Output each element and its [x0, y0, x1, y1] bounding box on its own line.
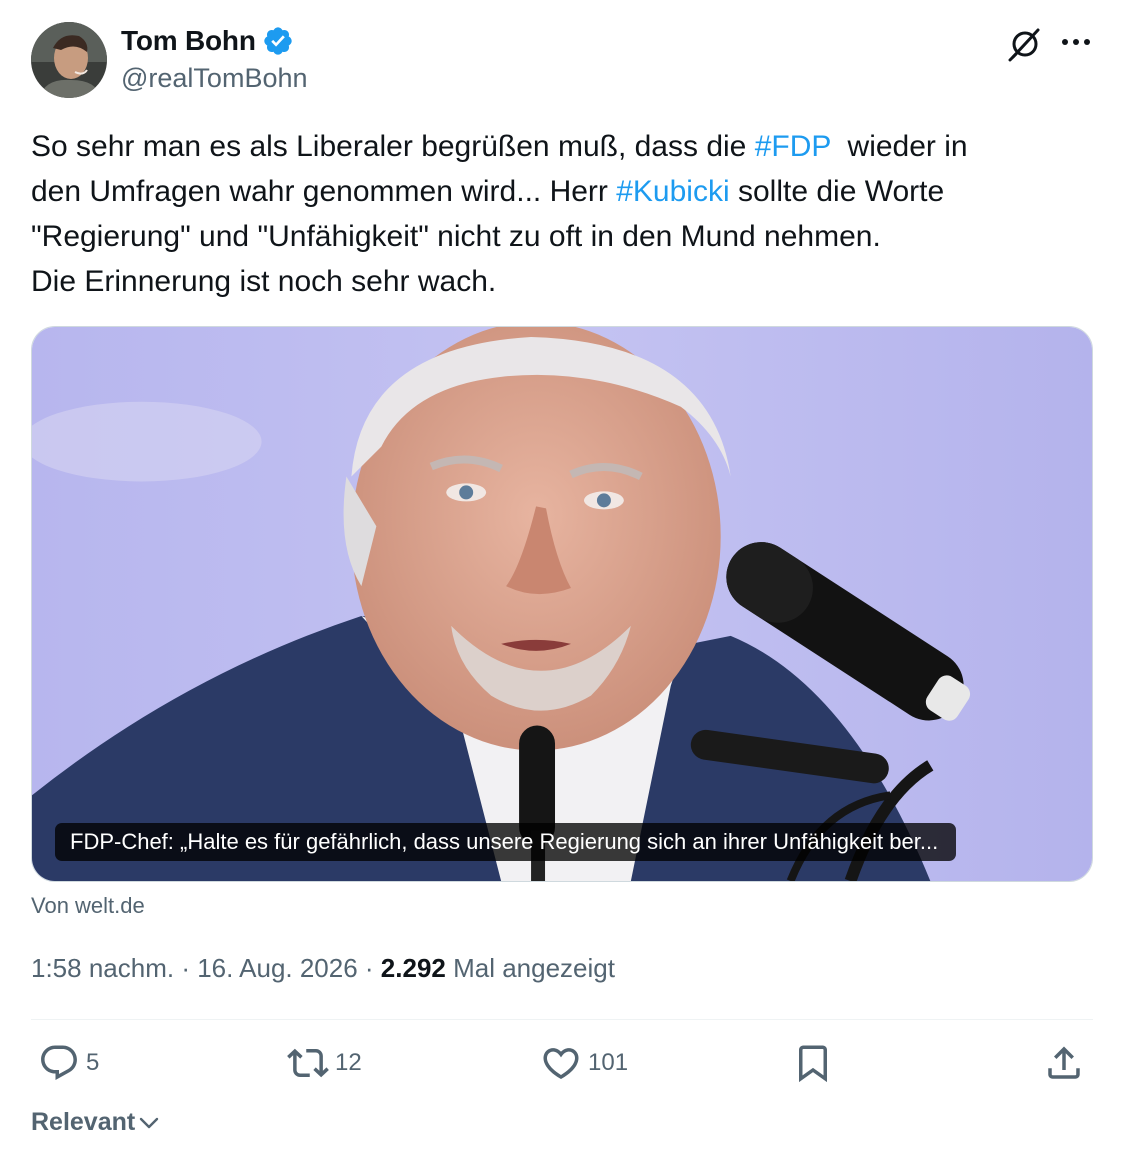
repost-button[interactable]: 12 [287, 1042, 362, 1084]
tweet-text-segment: den Umfragen wahr genommen wird... Herr [31, 175, 617, 208]
heart-icon [543, 1048, 579, 1080]
tweet-text-line-4: Die Erinnerung ist noch sehr wach. [31, 265, 497, 298]
tweet-container: Tom Bohn @realTomBohn So sehr man es als… [0, 0, 1123, 1162]
hashtag-kubicki-link[interactable]: #Kubicki [616, 175, 729, 208]
share-button[interactable] [1043, 1042, 1085, 1084]
repost-icon [287, 1048, 329, 1078]
sort-label: Relevant [31, 1108, 136, 1136]
tweet-text: So sehr man es als Liberaler begrüßen mu… [31, 124, 1091, 304]
author-handle[interactable]: @realTomBohn [121, 63, 308, 94]
meta-separator: · [357, 953, 381, 983]
avatar[interactable] [31, 22, 107, 98]
reply-icon [41, 1045, 77, 1080]
tweet-text-segment: wieder in [830, 130, 968, 163]
bookmark-button[interactable] [792, 1042, 834, 1084]
verified-badge-icon[interactable] [262, 25, 294, 57]
tweet-time-link[interactable]: 1:58 nachm. [31, 953, 174, 983]
bookmark-icon [799, 1045, 827, 1083]
grok-icon[interactable] [1005, 24, 1045, 64]
hashtag-fdp-link[interactable]: #FDP [755, 130, 831, 163]
tweet-meta: 1:58 nachm. · 16. Aug. 2026 · 2.292 Mal … [31, 953, 615, 984]
like-button[interactable]: 101 [540, 1042, 628, 1084]
views-count[interactable]: 2.292 [381, 953, 446, 983]
reply-count: 5 [86, 1049, 100, 1076]
meta-separator: · [174, 953, 198, 983]
tweet-text-line-3: "Regierung" und "Unfähigkeit" nicht zu o… [31, 220, 881, 253]
share-icon [1048, 1046, 1080, 1079]
views-label[interactable]: Mal angezeigt [446, 953, 615, 983]
link-preview-card[interactable]: FDP-Chef: „Halte es für gefährlich, dass… [31, 326, 1093, 882]
author-display-name[interactable]: Tom Bohn [121, 25, 256, 57]
more-options-icon[interactable] [1058, 28, 1094, 56]
card-title[interactable]: FDP-Chef: „Halte es für gefährlich, dass… [55, 823, 957, 861]
tweet-text-line-1: So sehr man es als Liberaler begrüßen mu… [31, 124, 1091, 169]
tweet-text-segment: So sehr man es als Liberaler begrüßen mu… [31, 130, 755, 163]
like-count: 101 [588, 1049, 629, 1076]
tweet-text-line-2: den Umfragen wahr genommen wird... Herr … [31, 169, 1091, 214]
card-source-link[interactable]: Von welt.de [31, 893, 145, 919]
tweet-date-link[interactable]: 16. Aug. 2026 [197, 953, 357, 983]
reply-sort-dropdown[interactable]: Relevant [31, 1108, 161, 1137]
author-name-row[interactable]: Tom Bohn [121, 25, 294, 57]
reply-button[interactable]: 5 [38, 1042, 99, 1084]
card-image[interactable] [32, 327, 1092, 881]
tweet-text-segment: sollte die Worte [729, 175, 945, 208]
repost-count: 12 [335, 1049, 362, 1076]
divider [31, 1019, 1093, 1020]
chevron-down-icon [140, 1117, 159, 1128]
